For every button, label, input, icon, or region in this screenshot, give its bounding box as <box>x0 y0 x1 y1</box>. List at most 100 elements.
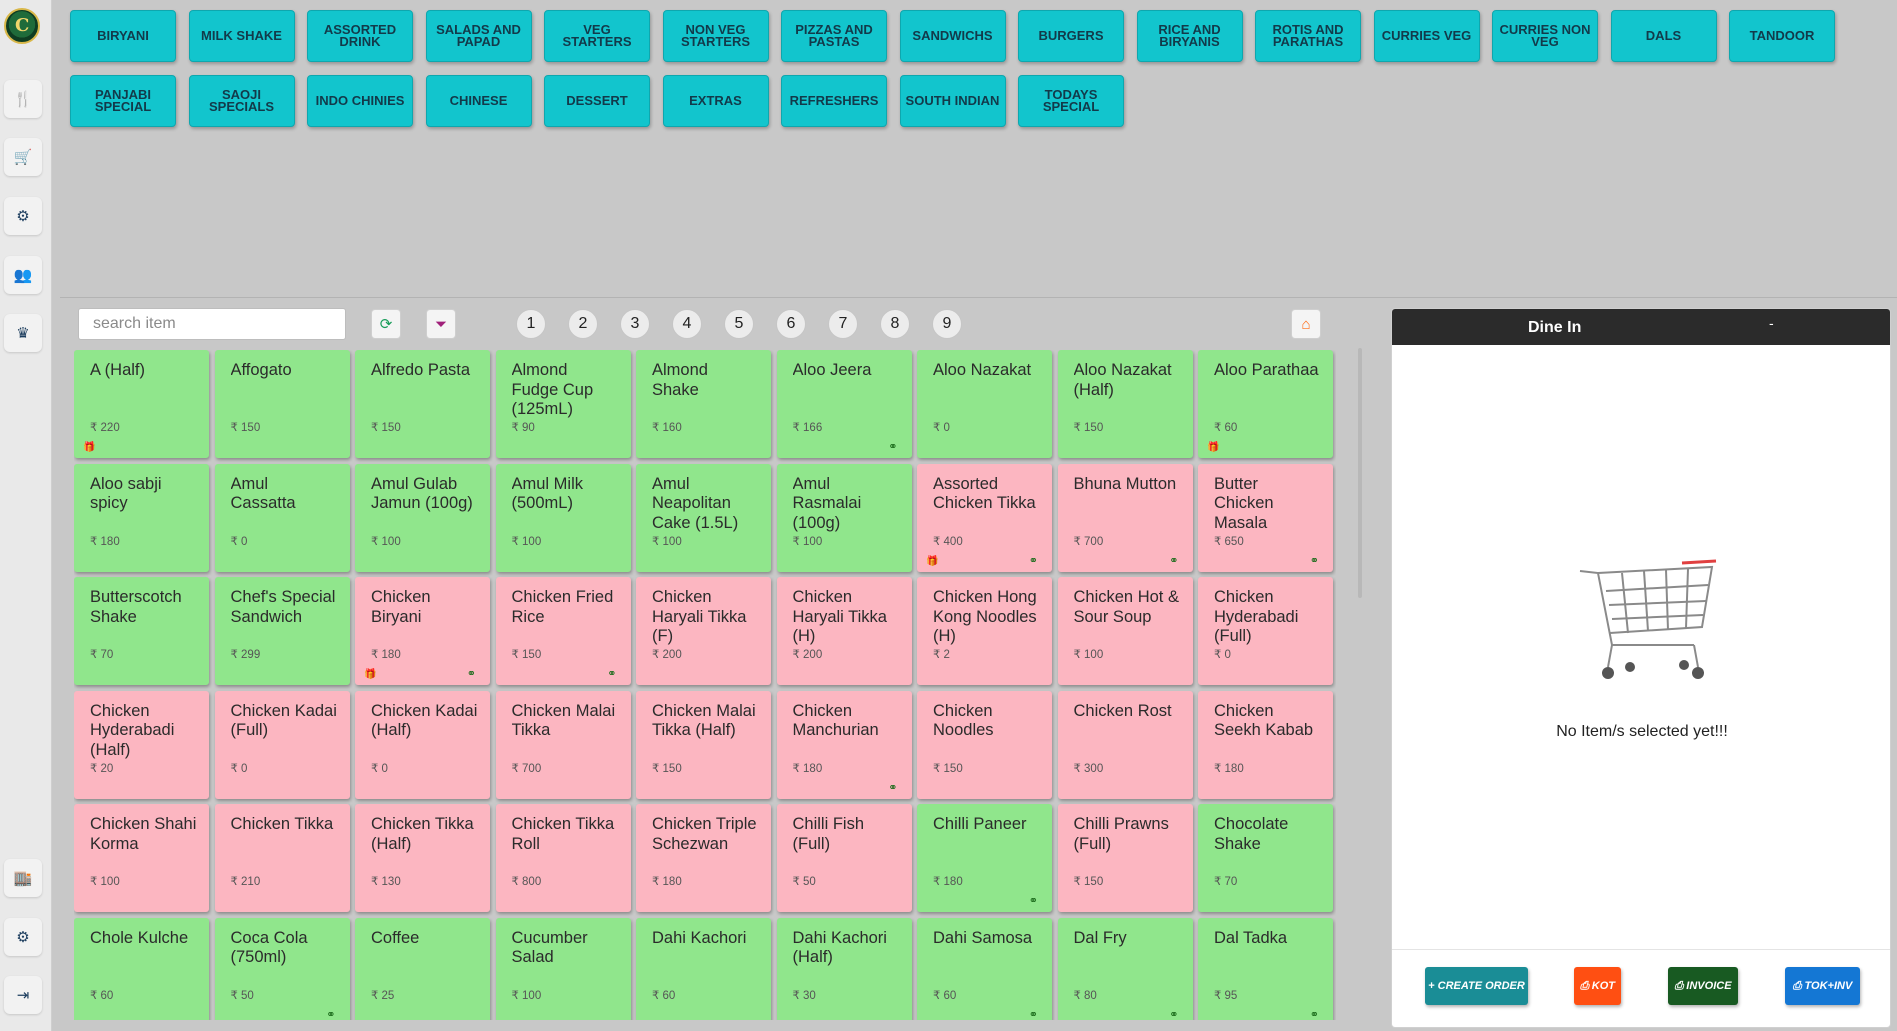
invoice-button[interactable]: ⎙ INVOICE <box>1668 967 1738 1005</box>
category-button[interactable]: BIRYANI <box>70 10 176 62</box>
menu-item-tile[interactable]: Dal Tadka ₹ 95 ⚭ <box>1198 917 1333 1020</box>
menu-item-tile[interactable]: Chicken Noodles ₹ 150 <box>917 690 1052 799</box>
menu-item-tile[interactable]: Chicken Tikka Roll ₹ 800 <box>495 804 631 912</box>
menu-item-tile[interactable]: Amul Neapolitan Cake (1.5L) ₹ 100 <box>636 463 771 572</box>
menu-item-tile[interactable]: Chicken Haryali Tikka (F) ₹ 200 <box>636 577 771 685</box>
menu-item-tile[interactable]: Chicken Malai Tikka ₹ 700 <box>495 690 631 799</box>
category-button[interactable]: TODAYS SPECIAL <box>1018 75 1124 127</box>
kot-button[interactable]: ⎙ KOT <box>1574 967 1621 1005</box>
menu-item-tile[interactable]: Chef's Special Sandwich ₹ 299 <box>214 577 350 685</box>
category-button[interactable]: CURRIES VEG <box>1373 10 1480 62</box>
menu-item-tile[interactable]: Chicken Hot & Sour Soup ₹ 100 <box>1057 577 1193 685</box>
menu-item-tile[interactable]: Chicken Hyderabadi (Full) ₹ 0 <box>1198 577 1333 685</box>
store-icon[interactable]: 🏬 <box>4 859 42 897</box>
category-button[interactable]: RICE AND BIRYANIS <box>1136 10 1243 62</box>
menu-item-tile[interactable]: Chicken Tikka ₹ 210 <box>214 804 350 912</box>
home-icon[interactable]: ⌂ <box>1291 309 1321 339</box>
menu-item-tile[interactable]: Aloo sabji spicy ₹ 180 <box>74 463 209 572</box>
page-number-button[interactable]: 3 <box>620 309 650 339</box>
menu-item-tile[interactable]: Chilli Prawns (Full) ₹ 150 <box>1057 804 1193 912</box>
menu-item-tile[interactable]: Butterscotch Shake ₹ 70 <box>74 577 209 685</box>
grid-scrollbar[interactable] <box>1358 348 1362 598</box>
menu-item-tile[interactable]: Chicken Manchurian ₹ 180 ⚭ <box>776 690 912 799</box>
menu-item-tile[interactable]: Chicken Triple Schezwan ₹ 180 <box>636 804 771 912</box>
menu-item-tile[interactable]: Butter Chicken Masala ₹ 650 ⚭ <box>1198 463 1333 572</box>
category-button[interactable]: VEG STARTERS <box>544 10 650 62</box>
menu-item-tile[interactable]: Chicken Kadai (Full) ₹ 0 <box>214 690 350 799</box>
create-order-button[interactable]: + CREATE ORDER <box>1425 967 1528 1005</box>
filter-clear-icon[interactable]: ⏷ <box>426 309 456 339</box>
page-number-button[interactable]: 4 <box>672 309 702 339</box>
menu-item-tile[interactable]: A (Half) ₹ 220 🎁 <box>74 350 209 458</box>
app-logo[interactable]: C <box>4 8 40 44</box>
menu-item-tile[interactable]: Chicken Tikka (Half) ₹ 130 <box>355 804 490 912</box>
category-button[interactable]: CURRIES NON VEG <box>1492 10 1598 62</box>
menu-item-tile[interactable]: Chicken Rost ₹ 300 <box>1057 690 1193 799</box>
category-button[interactable]: BURGERS <box>1018 10 1124 62</box>
cart-icon[interactable]: 🛒 <box>4 138 42 176</box>
orders-icon[interactable]: ⚙ <box>4 197 42 235</box>
customers-icon[interactable]: 👥 <box>4 256 42 294</box>
category-button[interactable]: ROTIS AND PARATHAS <box>1255 10 1361 62</box>
menu-item-tile[interactable]: Amul Milk (500mL) ₹ 100 <box>495 463 631 572</box>
page-number-button[interactable]: 9 <box>932 309 962 339</box>
category-button[interactable]: NON VEG STARTERS <box>662 10 769 62</box>
category-button[interactable]: DESSERT <box>544 75 650 127</box>
page-number-button[interactable]: 6 <box>776 309 806 339</box>
menu-item-tile[interactable]: Aloo Parathaa ₹ 60 🎁 <box>1198 350 1333 458</box>
crown-icon[interactable]: ♛ <box>4 314 42 352</box>
menu-item-tile[interactable]: Assorted Chicken Tikka ₹ 400 🎁 ⚭ <box>917 463 1052 572</box>
category-button[interactable]: INDO CHINIES <box>307 75 413 127</box>
order-type-title[interactable]: Dine In <box>1528 319 1581 337</box>
logout-icon[interactable]: ⇥ <box>4 976 42 1014</box>
category-button[interactable]: PANJABI SPECIAL <box>70 75 176 127</box>
menu-item-tile[interactable]: Almond Shake ₹ 160 <box>636 350 771 458</box>
menu-item-tile[interactable]: Coffee ₹ 25 <box>355 917 490 1020</box>
menu-item-tile[interactable]: Chicken Biryani ₹ 180 🎁 ⚭ <box>355 577 490 685</box>
category-button[interactable]: SALADS AND PAPAD <box>425 10 532 62</box>
search-input[interactable] <box>78 308 346 340</box>
menu-item-tile[interactable]: Chicken Malai Tikka (Half) ₹ 150 <box>636 690 771 799</box>
page-number-button[interactable]: 5 <box>724 309 754 339</box>
menu-item-tile[interactable]: Chicken Fried Rice ₹ 150 ⚭ <box>495 577 631 685</box>
category-button[interactable]: ASSORTED DRINK <box>307 10 413 62</box>
menu-item-tile[interactable]: Dal Fry ₹ 80 ⚭ <box>1057 917 1193 1020</box>
category-button[interactable]: SAOJI SPECIALS <box>188 75 295 127</box>
menu-item-tile[interactable]: Chicken Hyderabadi (Half) ₹ 20 <box>74 690 209 799</box>
menu-item-tile[interactable]: Aloo Nazakat ₹ 0 <box>917 350 1052 458</box>
menu-item-tile[interactable]: Chilli Fish (Full) ₹ 50 <box>776 804 912 912</box>
menu-item-tile[interactable]: Cucumber Salad ₹ 100 <box>495 917 631 1020</box>
page-number-button[interactable]: 1 <box>516 309 546 339</box>
category-button[interactable]: EXTRAS <box>662 75 769 127</box>
menu-item-tile[interactable]: Bhuna Mutton ₹ 700 ⚭ <box>1057 463 1193 572</box>
page-number-button[interactable]: 7 <box>828 309 858 339</box>
refresh-icon[interactable]: ⟳ <box>371 309 401 339</box>
menu-item-tile[interactable]: Amul Rasmalai (100g) ₹ 100 <box>776 463 912 572</box>
tok-inv-button[interactable]: ⎙ TOK+INV <box>1785 967 1860 1005</box>
menu-item-tile[interactable]: Almond Fudge Cup (125mL) ₹ 90 <box>495 350 631 458</box>
category-button[interactable]: MILK SHAKE <box>188 10 295 62</box>
menu-item-tile[interactable]: Dahi Kachori (Half) ₹ 30 <box>776 917 912 1020</box>
category-button[interactable]: REFRESHERS <box>781 75 887 127</box>
menu-item-tile[interactable]: Chicken Kadai (Half) ₹ 0 <box>355 690 490 799</box>
menu-item-tile[interactable]: Amul Gulab Jamun (100g) ₹ 100 <box>355 463 490 572</box>
page-number-button[interactable]: 8 <box>880 309 910 339</box>
menu-item-tile[interactable]: Chicken Seekh Kabab ₹ 180 <box>1198 690 1333 799</box>
menu-item-tile[interactable]: Aloo Nazakat (Half) ₹ 150 <box>1057 350 1193 458</box>
menu-item-tile[interactable]: Chole Kulche ₹ 60 <box>74 917 209 1020</box>
menu-item-tile[interactable]: Chilli Paneer ₹ 180 ⚭ <box>917 804 1052 912</box>
menu-item-tile[interactable]: Dahi Kachori ₹ 60 <box>636 917 771 1020</box>
menu-icon[interactable]: 🍴 <box>4 80 42 118</box>
menu-item-tile[interactable]: Chocolate Shake ₹ 70 <box>1198 804 1333 912</box>
page-number-button[interactable]: 2 <box>568 309 598 339</box>
category-button[interactable]: CHINESE <box>425 75 532 127</box>
category-button[interactable]: PIZZAS AND PASTAS <box>781 10 887 62</box>
menu-item-tile[interactable]: Alfredo Pasta ₹ 150 <box>355 350 490 458</box>
category-button[interactable]: TANDOOR <box>1729 10 1835 62</box>
category-button[interactable]: SOUTH INDIAN <box>899 75 1006 127</box>
menu-item-tile[interactable]: Amul Cassatta ₹ 0 <box>214 463 350 572</box>
settings-icon[interactable]: ⚙ <box>4 918 42 956</box>
category-button[interactable]: DALS <box>1610 10 1717 62</box>
menu-item-tile[interactable]: Aloo Jeera ₹ 166 ⚭ <box>776 350 912 458</box>
menu-item-tile[interactable]: Chicken Hong Kong Noodles (H) ₹ 2 <box>917 577 1052 685</box>
